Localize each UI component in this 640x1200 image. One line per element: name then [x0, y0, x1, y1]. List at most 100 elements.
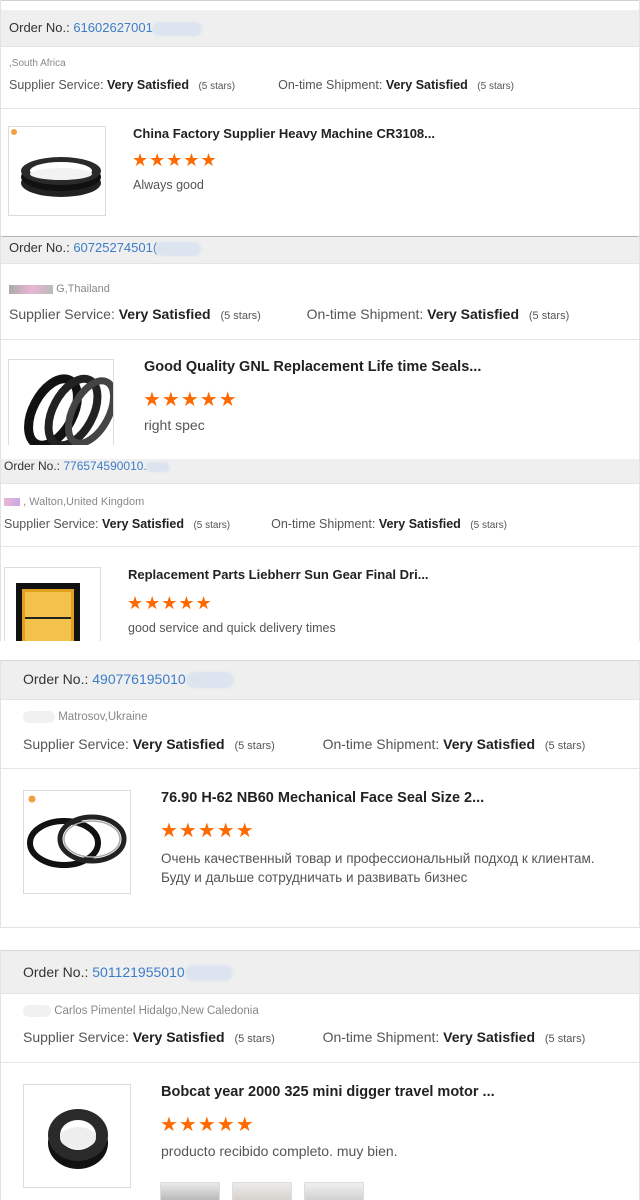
divider	[1, 1062, 639, 1063]
service-ratings: Supplier Service: Very Satisfied (5 star…	[4, 517, 507, 531]
motor-seal-image	[48, 1109, 108, 1169]
order-label: Order No.:	[9, 20, 70, 35]
supplier-service-stars-note: (5 stars)	[234, 1033, 275, 1045]
avatar-redacted	[23, 1005, 51, 1017]
ontime-shipment-label: On-time Shipment:	[306, 306, 424, 322]
order-number-link[interactable]: 490776195010	[92, 671, 185, 687]
supplier-service-value: Very Satisfied	[101, 517, 184, 531]
avatar-redacted	[9, 284, 53, 294]
supplier-service-label: Supplier Service:	[23, 1029, 129, 1045]
review-card: Order No.: 776574590010. , Walton,United…	[0, 459, 640, 641]
review-comment: producto recibido completo. muy bien.	[161, 1143, 398, 1159]
order-number-link[interactable]: 60725274501(	[73, 240, 157, 255]
ontime-shipment-stars-note: (5 stars)	[544, 1033, 586, 1045]
buyer-name: ,South Africa	[9, 58, 66, 69]
product-title-link[interactable]: 76.90 H-62 NB60 Mechanical Face Seal Siz…	[161, 790, 484, 806]
supplier-service-value: Very Satisfied	[106, 78, 189, 92]
ontime-shipment-value: Very Satisfied	[427, 306, 519, 322]
order-label: Order No.:	[23, 671, 89, 687]
order-label: Order No.:	[23, 964, 89, 980]
review-photo[interactable]	[160, 1182, 220, 1200]
supplier-service-value: Very Satisfied	[132, 736, 225, 752]
supplier-service-stars-note: (5 stars)	[220, 310, 261, 322]
supplier-service-stars-note: (5 stars)	[193, 520, 231, 531]
seal-ring-image	[24, 374, 113, 445]
buyer-info: ,South Africa	[9, 58, 66, 69]
buyer-name: , Walton,United Kingdom	[23, 496, 145, 508]
product-thumbnail[interactable]	[8, 126, 106, 216]
redacted-blur	[152, 21, 203, 36]
buyer-info: Carlos Pimentel Hidalgo,New Caledonia	[23, 1005, 259, 1017]
ontime-shipment-label: On-time Shipment:	[322, 736, 440, 752]
supplier-service-label: Supplier Service:	[23, 736, 129, 752]
product-thumbnail[interactable]	[23, 790, 131, 894]
ontime-shipment-stars-note: (5 stars)	[477, 81, 514, 92]
order-label: Order No.:	[9, 240, 70, 255]
redacted-blur	[154, 241, 201, 256]
ontime-shipment-stars-note: (5 stars)	[528, 310, 570, 322]
review-comment-line: Очень качественный товар и профессиональ…	[161, 851, 595, 866]
product-thumbnail[interactable]	[23, 1084, 131, 1188]
divider	[1, 0, 639, 1]
divider	[1, 339, 639, 340]
order-number-link[interactable]: 61602627001	[73, 20, 153, 35]
redacted-blur	[185, 672, 234, 689]
review-card: Order No.: 501121955010 Carlos Pimentel …	[0, 950, 640, 1200]
review-comment: Очень качественный товар и профессиональ…	[161, 849, 595, 887]
ontime-shipment-value: Very Satisfied	[378, 517, 461, 531]
supplier-service-value: Very Satisfied	[132, 1029, 225, 1045]
order-bar: Order No.: 490776195010	[1, 660, 639, 700]
buyer-info: G,Thailand	[9, 283, 110, 295]
supplier-service-stars-note: (5 stars)	[198, 81, 236, 92]
review-photo[interactable]	[232, 1182, 292, 1200]
product-title-link[interactable]: China Factory Supplier Heavy Machine CR3…	[133, 126, 435, 141]
order-bar: Order No.: 61602627001	[1, 10, 639, 47]
redacted-blur	[146, 461, 171, 472]
divider	[1, 546, 639, 547]
order-number-link[interactable]: 776574590010.	[63, 459, 146, 473]
ontime-shipment-value: Very Satisfied	[443, 1029, 535, 1045]
supplier-service-stars-note: (5 stars)	[234, 740, 275, 752]
order-label: Order No.:	[4, 459, 61, 473]
service-ratings: Supplier Service: Very Satisfied (5 star…	[9, 306, 569, 322]
ontime-shipment-label: On-time Shipment:	[271, 517, 376, 531]
supplier-service-label: Supplier Service:	[4, 517, 99, 531]
ontime-shipment-value: Very Satisfied	[385, 78, 468, 92]
product-thumbnail[interactable]	[8, 359, 114, 445]
gear-part-image	[16, 583, 80, 641]
product-title-link[interactable]: Replacement Parts Liebherr Sun Gear Fina…	[128, 567, 429, 582]
divider	[1, 768, 639, 769]
supplier-service-value: Very Satisfied	[118, 306, 211, 322]
supplier-service-label: Supplier Service:	[9, 306, 115, 322]
review-comment: good service and quick delivery times	[128, 621, 336, 635]
ontime-shipment-stars-note: (5 stars)	[470, 520, 507, 531]
avatar-redacted	[23, 711, 55, 723]
buyer-name: Matrosov,Ukraine	[58, 711, 148, 724]
product-thumbnail[interactable]	[4, 567, 101, 641]
service-ratings: Supplier Service: Very Satisfied (5 star…	[9, 78, 514, 92]
order-number-link[interactable]: 501121955010	[92, 964, 184, 980]
star-rating: ★★★★★	[160, 1114, 255, 1136]
order-bar: Order No.: 501121955010	[1, 950, 639, 994]
divider	[1, 108, 639, 109]
ontime-shipment-stars-note: (5 stars)	[544, 740, 586, 752]
review-card: Order No.: 60725274501( G,Thailand Suppl…	[0, 237, 640, 459]
ontime-shipment-value: Very Satisfied	[443, 736, 535, 752]
face-seal-image	[27, 795, 127, 868]
supplier-service-label: Supplier Service:	[9, 78, 104, 92]
star-rating: ★★★★★	[160, 820, 255, 842]
review-comment-line: Буду и дальше сотрудничать и развивать б…	[161, 870, 468, 885]
review-photo[interactable]	[304, 1182, 364, 1200]
review-comment: Always good	[133, 178, 204, 192]
product-title-link[interactable]: Bobcat year 2000 325 mini digger travel …	[161, 1084, 495, 1100]
avatar-redacted	[4, 498, 20, 507]
redacted-blur	[184, 965, 233, 982]
review-card: Order No.: 490776195010 Matrosov,Ukraine…	[0, 660, 640, 928]
buyer-info: Matrosov,Ukraine	[23, 711, 147, 723]
service-ratings: Supplier Service: Very Satisfied (5 star…	[23, 1029, 585, 1045]
product-title-link[interactable]: Good Quality GNL Replacement Life time S…	[144, 359, 481, 375]
review-comment: right spec	[144, 417, 205, 433]
service-ratings: Supplier Service: Very Satisfied (5 star…	[23, 736, 585, 752]
star-rating: ★★★★★	[127, 593, 213, 613]
ontime-shipment-label: On-time Shipment:	[278, 78, 383, 92]
